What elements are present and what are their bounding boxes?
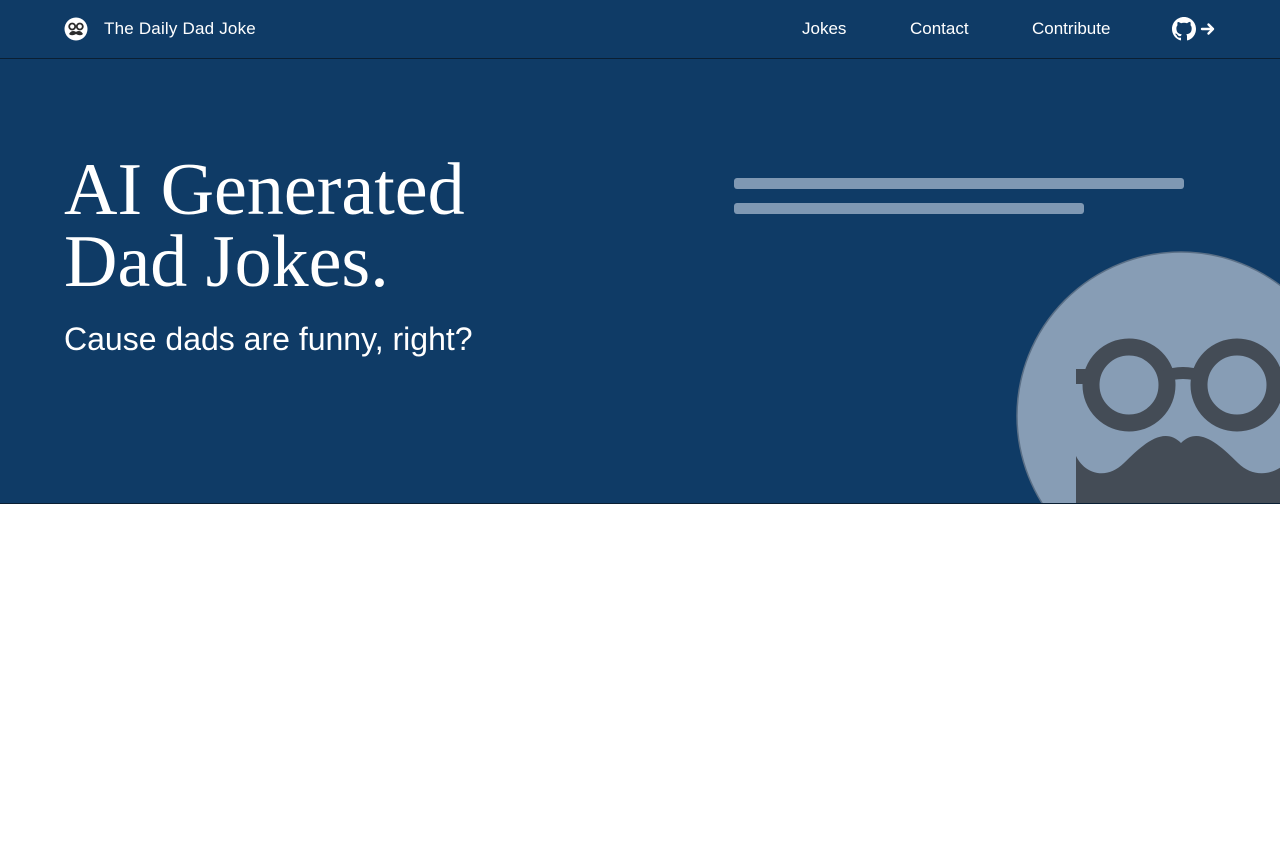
brand-home-link[interactable]: The Daily Dad Joke bbox=[64, 16, 256, 42]
brand-logo-icon bbox=[64, 17, 88, 41]
nav-link-contribute[interactable]: Contribute bbox=[1032, 18, 1110, 40]
hero-title-line-2: Dad Jokes. bbox=[64, 221, 389, 303]
github-link[interactable] bbox=[1172, 17, 1216, 41]
arrow-right-icon bbox=[1200, 21, 1216, 37]
brand-title: The Daily Dad Joke bbox=[104, 19, 256, 38]
joke-loading-placeholder-line bbox=[734, 203, 1084, 214]
hero-title-line-1: AI Generated bbox=[64, 149, 465, 231]
joke-loading-placeholder-line bbox=[734, 178, 1184, 189]
nav-link-contact[interactable]: Contact bbox=[910, 18, 969, 40]
hero-title: AI Generated Dad Jokes. bbox=[64, 153, 624, 299]
hero-subtitle: Cause dads are funny, right? bbox=[64, 321, 473, 357]
hero-section: AI Generated Dad Jokes. Cause dads are f… bbox=[0, 59, 1280, 504]
main-content bbox=[0, 504, 1280, 853]
github-icon bbox=[1172, 17, 1196, 41]
nav-link-jokes[interactable]: Jokes bbox=[802, 18, 846, 40]
navbar: The Daily Dad Joke Jokes Contact Contrib… bbox=[0, 0, 1280, 59]
dad-face-glasses-mustache-icon bbox=[1016, 251, 1280, 503]
